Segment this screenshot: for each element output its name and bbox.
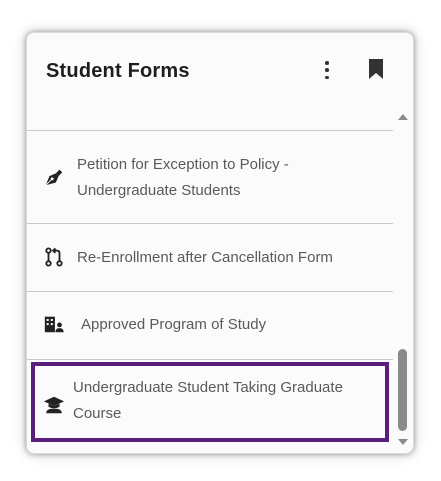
building-person-icon xyxy=(44,316,64,333)
list-item-approved-program[interactable]: Approved Program of Study xyxy=(27,292,393,358)
forms-list[interactable]: Petition for Exception to Policy - Under… xyxy=(27,130,395,453)
list-item-re-enrollment[interactable]: Re-Enrollment after Cancellation Form xyxy=(27,224,393,290)
student-forms-panel: Student Forms Petition for Exception to … xyxy=(26,32,414,454)
kebab-menu-icon[interactable] xyxy=(320,59,334,81)
list-item-undergrad-graduate-course[interactable]: Undergraduate Student Taking Graduate Co… xyxy=(31,362,389,442)
panel-title: Student Forms xyxy=(46,60,190,82)
graduate-icon xyxy=(43,396,65,414)
scrollbar-thumb[interactable] xyxy=(398,349,407,431)
scroll-down-arrow-icon[interactable] xyxy=(397,438,409,446)
pen-nib-icon xyxy=(45,169,63,186)
list-item-petition-exception[interactable]: Petition for Exception to Policy - Under… xyxy=(27,131,393,223)
form-label: Undergraduate Student Taking Graduate Co… xyxy=(73,379,343,422)
scroll-up-arrow-icon[interactable] xyxy=(397,113,409,121)
bookmark-icon[interactable] xyxy=(368,58,384,80)
form-label: Petition for Exception to Policy - Under… xyxy=(77,156,289,199)
list-divider xyxy=(27,359,393,360)
git-pull-request-icon xyxy=(45,247,63,267)
form-label: Re-Enrollment after Cancellation Form xyxy=(77,249,333,266)
form-label: Approved Program of Study xyxy=(81,316,267,333)
